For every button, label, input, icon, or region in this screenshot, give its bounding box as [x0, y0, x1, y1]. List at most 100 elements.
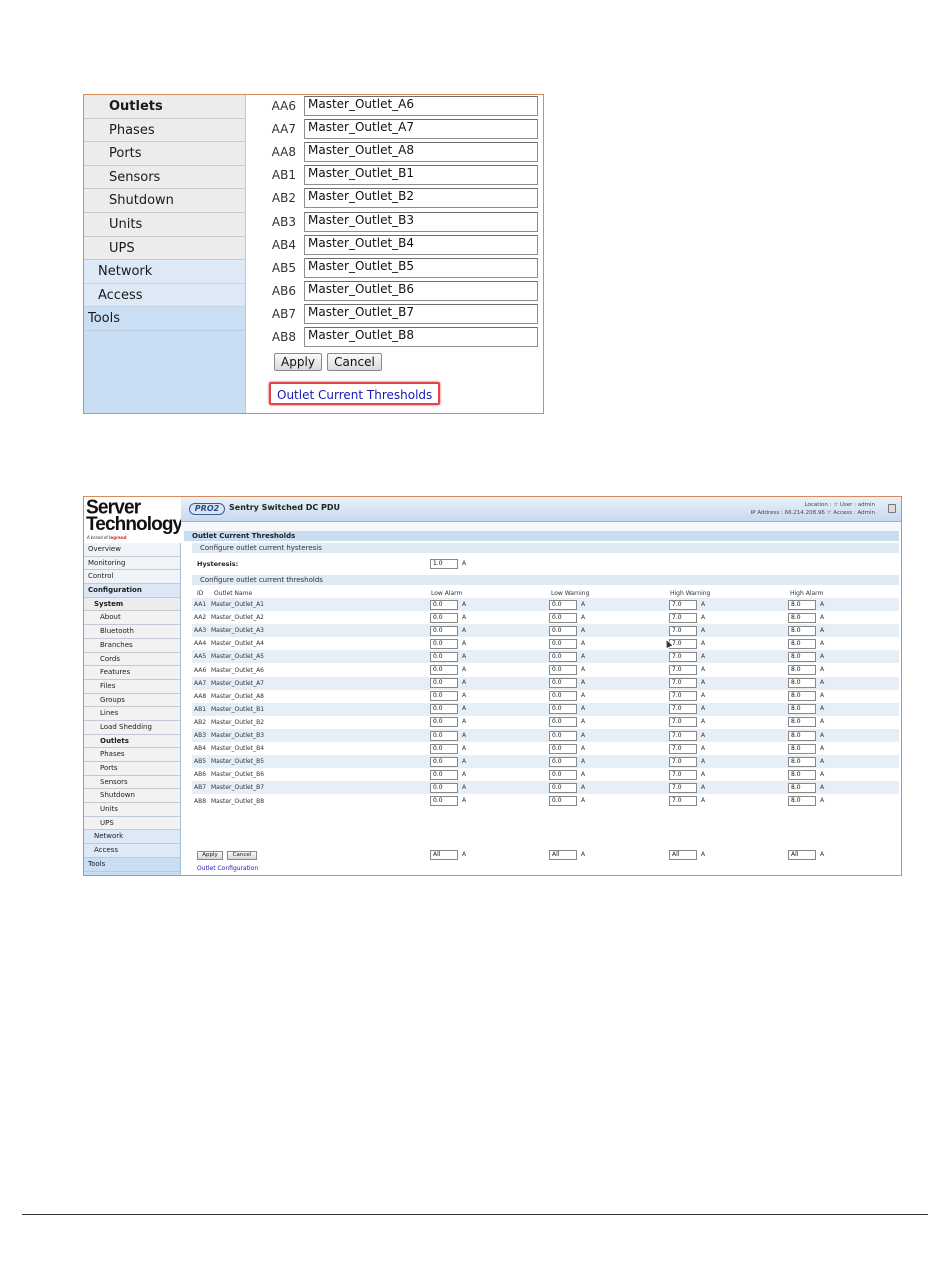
outlet-name-input[interactable]: Master_Outlet_B1 — [304, 165, 538, 186]
sidebar-item-network[interactable]: Network — [84, 830, 180, 845]
high-alarm-input[interactable]: 8.0 — [788, 678, 816, 689]
logout-icon[interactable] — [888, 504, 896, 513]
high-warning-input[interactable]: 7.0 — [669, 769, 697, 780]
low-alarm-input[interactable]: 0.0 — [430, 769, 458, 780]
low-warning-input[interactable]: 0.0 — [549, 638, 577, 649]
sidebar-item-monitoring[interactable]: Monitoring — [84, 556, 180, 571]
high-alarm-input[interactable]: 8.0 — [788, 796, 816, 806]
low-alarm-input[interactable]: 0.0 — [430, 599, 458, 610]
sidebar-item-cords[interactable]: Cords — [84, 652, 180, 667]
low-warning-input[interactable]: 0.0 — [549, 665, 577, 675]
high-alarm-input[interactable]: 8.0 — [788, 769, 816, 780]
high-alarm-input[interactable]: 8.0 — [788, 782, 816, 793]
high-alarm-input[interactable]: 8.0 — [788, 691, 816, 702]
sidebar-item-branches[interactable]: Branches — [84, 638, 180, 653]
low-warning-input[interactable]: 0.0 — [549, 717, 577, 728]
low-warning-input[interactable]: 0.0 — [549, 769, 577, 780]
high-warning-input[interactable]: 7.0 — [669, 599, 697, 610]
low-warning-input[interactable]: 0.0 — [549, 678, 577, 689]
high-warning-input[interactable]: 7.0 — [669, 665, 697, 675]
sidebar-item-ports[interactable]: Ports — [84, 762, 180, 776]
outlet-name-input[interactable]: Master_Outlet_B5 — [304, 257, 538, 278]
high-alarm-input[interactable]: 8.0 — [788, 756, 816, 767]
sidebar-item-bluetooth[interactable]: Bluetooth — [84, 625, 180, 639]
sidebar-item-control[interactable]: Control — [84, 570, 180, 585]
high-warning-input[interactable]: 7.0 — [669, 796, 697, 806]
outlet-name-input[interactable]: Master_Outlet_B8 — [304, 327, 538, 347]
low-alarm-input[interactable]: 0.0 — [430, 638, 458, 649]
high-warning-input[interactable]: 7.0 — [669, 756, 697, 767]
cancel-button[interactable]: Cancel — [327, 353, 382, 371]
sidebar-item-configuration[interactable]: Configuration — [84, 584, 180, 598]
sidebar-item-phases[interactable]: Phases — [84, 748, 180, 762]
sidebar-item-groups[interactable]: Groups — [84, 693, 180, 708]
low-alarm-input[interactable]: 0.0 — [430, 782, 458, 793]
low-warning-input[interactable]: 0.0 — [549, 730, 577, 741]
sidebar-item-tools[interactable]: Tools — [84, 307, 245, 331]
sidebar-item-ups[interactable]: UPS — [84, 816, 180, 831]
low-alarm-input[interactable]: 0.0 — [430, 625, 458, 636]
low-warning-input[interactable]: 0.0 — [549, 796, 577, 806]
high-warning-input[interactable]: 7.0 — [669, 730, 697, 741]
high-warning-input[interactable]: 7.0 — [669, 651, 697, 662]
outlet-name-input[interactable]: Master_Outlet_B7 — [304, 303, 538, 324]
low-warning-input[interactable]: 0.0 — [549, 756, 577, 767]
low-warning-input[interactable]: 0.0 — [549, 625, 577, 636]
high-alarm-input[interactable]: 8.0 — [788, 717, 816, 728]
sidebar-item-sensors[interactable]: Sensors — [84, 165, 245, 190]
sidebar-item-load-shedding[interactable]: Load Shedding — [84, 720, 180, 735]
low-alarm-input[interactable]: 0.0 — [430, 730, 458, 741]
outlet-name-input[interactable]: Master_Outlet_B4 — [304, 234, 538, 255]
all-low-warning-input[interactable]: All — [549, 850, 577, 860]
high-warning-input[interactable]: 7.0 — [669, 612, 697, 623]
outlet-name-input[interactable]: Master_Outlet_B3 — [304, 211, 538, 232]
outlet-current-thresholds-link[interactable]: Outlet Current Thresholds — [277, 388, 432, 402]
high-warning-input[interactable]: 7.0 — [669, 743, 697, 754]
sidebar-item-phases[interactable]: Phases — [84, 118, 245, 143]
apply-button[interactable]: Apply — [197, 851, 223, 860]
sidebar-item-system[interactable]: System — [84, 597, 180, 612]
sidebar-item-shutdown[interactable]: Shutdown — [84, 189, 245, 213]
high-warning-input[interactable]: 7.0 — [669, 717, 697, 728]
apply-button[interactable]: Apply — [274, 353, 322, 371]
high-warning-input[interactable]: 7.0 — [669, 625, 697, 636]
all-high-alarm-input[interactable]: All — [788, 850, 816, 860]
high-alarm-input[interactable]: 8.0 — [788, 612, 816, 623]
low-alarm-input[interactable]: 0.0 — [430, 743, 458, 754]
sidebar-item-about[interactable]: About — [84, 611, 180, 626]
all-high-warning-input[interactable]: All — [669, 850, 697, 860]
sidebar-item-overview[interactable]: Overview — [84, 543, 180, 557]
sidebar-item-sensors[interactable]: Sensors — [84, 775, 180, 790]
sidebar-item-outlets[interactable]: Outlets — [84, 95, 245, 119]
high-warning-input[interactable]: 7.0 — [669, 691, 697, 702]
low-alarm-input[interactable]: 0.0 — [430, 796, 458, 806]
outlet-name-input[interactable]: Master_Outlet_B6 — [304, 280, 538, 301]
sidebar-item-shutdown[interactable]: Shutdown — [84, 789, 180, 804]
high-warning-input[interactable]: 7.0 — [669, 638, 697, 649]
high-alarm-input[interactable]: 8.0 — [788, 651, 816, 662]
high-alarm-input[interactable]: 8.0 — [788, 704, 816, 715]
sidebar-item-network[interactable]: Network — [84, 260, 245, 284]
outlet-name-input[interactable]: Master_Outlet_B2 — [304, 188, 538, 209]
sidebar-item-outlets[interactable]: Outlets — [84, 734, 180, 749]
high-warning-input[interactable]: 7.0 — [669, 782, 697, 793]
outlet-name-input[interactable]: Master_Outlet_A7 — [304, 119, 538, 140]
sidebar-item-access[interactable]: Access — [84, 283, 245, 308]
sidebar-item-units[interactable]: Units — [84, 803, 180, 817]
sidebar-item-ports[interactable]: Ports — [84, 142, 245, 166]
outlet-name-input[interactable]: Master_Outlet_A8 — [304, 142, 538, 163]
high-alarm-input[interactable]: 8.0 — [788, 665, 816, 675]
sidebar-item-features[interactable]: Features — [84, 666, 180, 680]
low-alarm-input[interactable]: 0.0 — [430, 651, 458, 662]
high-alarm-input[interactable]: 8.0 — [788, 743, 816, 754]
low-alarm-input[interactable]: 0.0 — [430, 612, 458, 623]
high-warning-input[interactable]: 7.0 — [669, 678, 697, 689]
low-alarm-input[interactable]: 0.0 — [430, 756, 458, 767]
high-alarm-input[interactable]: 8.0 — [788, 625, 816, 636]
high-alarm-input[interactable]: 8.0 — [788, 730, 816, 741]
low-warning-input[interactable]: 0.0 — [549, 599, 577, 610]
high-warning-input[interactable]: 7.0 — [669, 704, 697, 715]
low-alarm-input[interactable]: 0.0 — [430, 717, 458, 728]
low-warning-input[interactable]: 0.0 — [549, 782, 577, 793]
outlet-configuration-link[interactable]: Outlet Configuration — [197, 865, 258, 872]
